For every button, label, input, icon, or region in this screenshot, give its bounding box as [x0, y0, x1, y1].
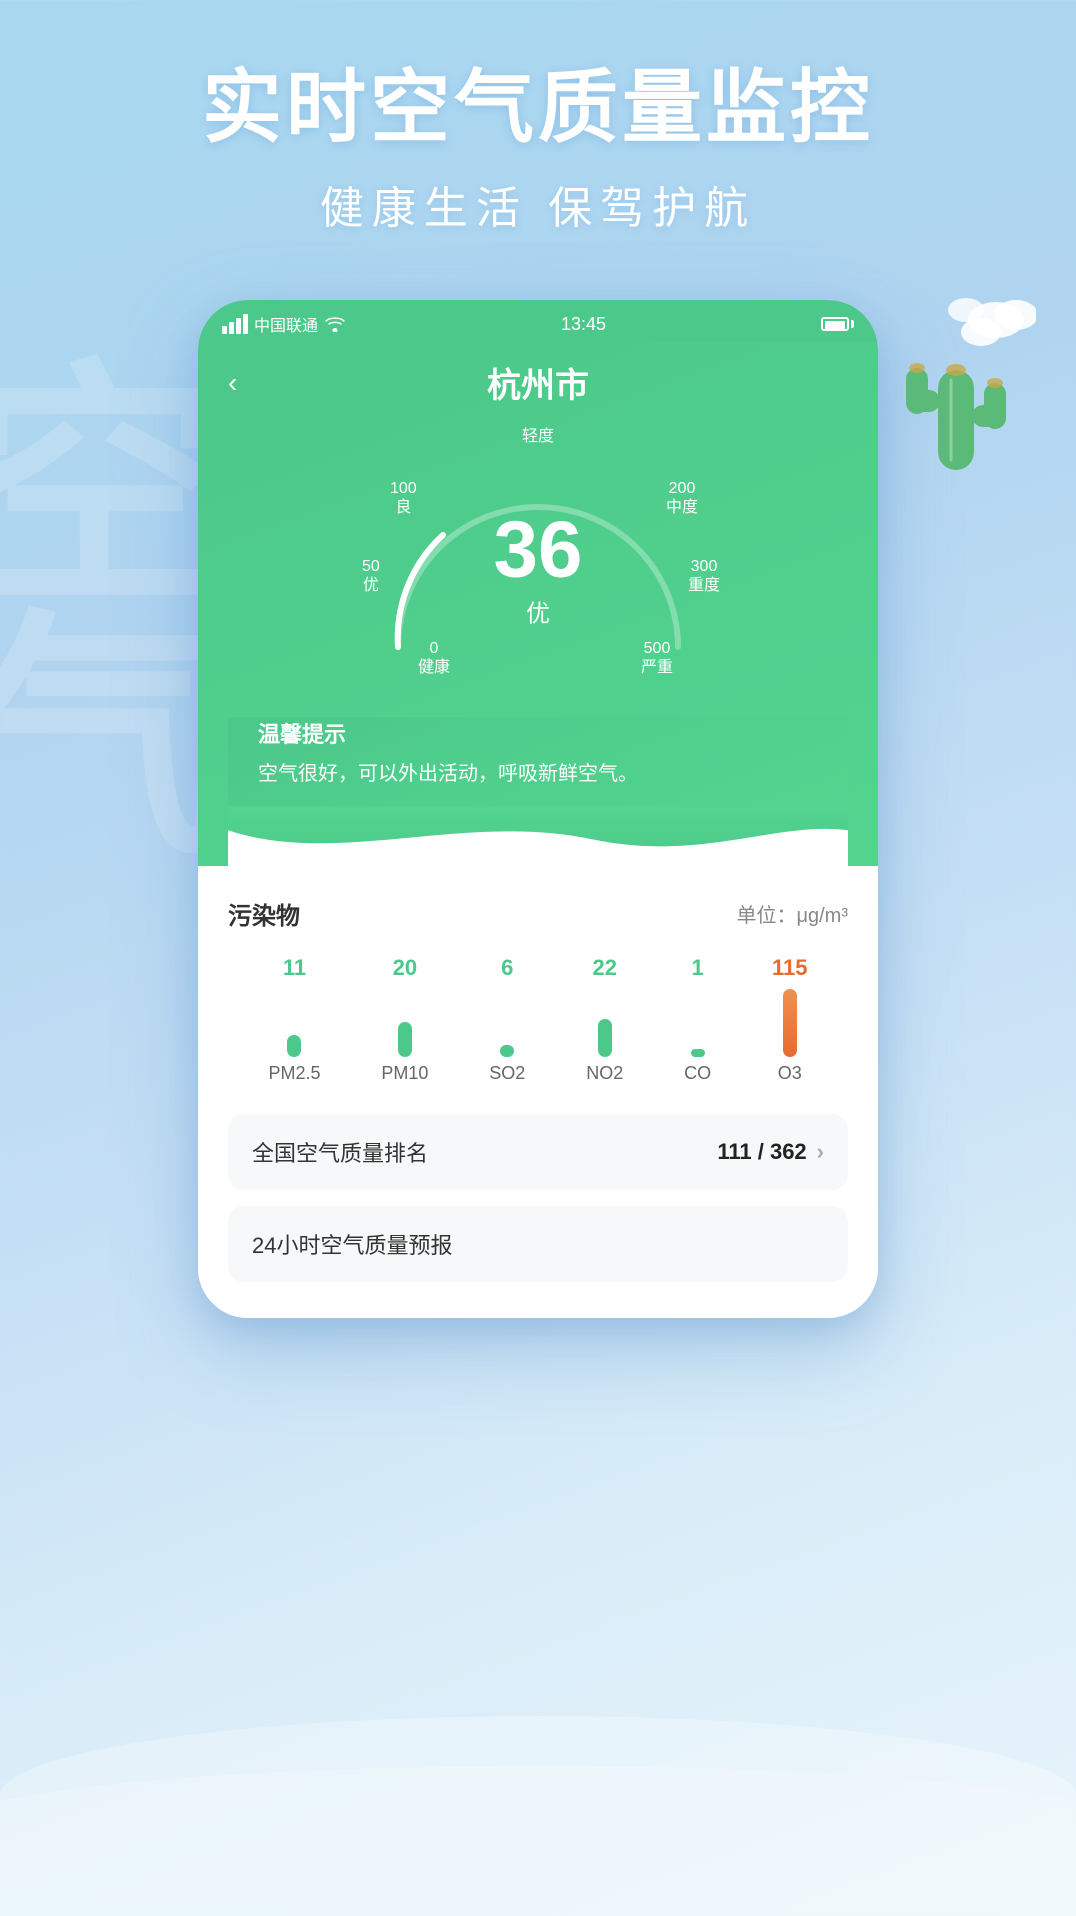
gauge-label-100: 100 良 [390, 479, 417, 517]
pollutant-name: NO2 [586, 1063, 623, 1084]
gauge-label-50: 50 优 [362, 557, 380, 595]
pollutant-bar [598, 1019, 612, 1057]
ranking-value: 111 / 362 › [717, 1139, 824, 1165]
gauge-quality: 优 [494, 593, 583, 628]
gauge-label-300: 300 重度 [688, 557, 720, 595]
pollutant-item-co: 1 CO [684, 955, 711, 1084]
status-bar: 中国联通 13:45 [198, 300, 878, 342]
gauge-label-500: 500 严重 [641, 639, 673, 677]
pollutants-unit: 单位：μg/m³ [736, 899, 848, 928]
time-label: 13:45 [561, 314, 606, 335]
ranking-card[interactable]: 全国空气质量排名 111 / 362 › [228, 1114, 848, 1190]
ranking-label: 全国空气质量排名 [252, 1136, 428, 1168]
gauge-value: 36 [494, 509, 583, 589]
gauge-container: 轻度 100 良 200 中度 50 优 300 [228, 417, 848, 717]
cactus-decoration [876, 290, 1036, 490]
hero-subtitle: 健康生活 保驾护航 [0, 172, 1076, 236]
wave-transition [228, 806, 848, 866]
pollutants-label: 污染物 [228, 896, 300, 931]
city-name: 杭州市 [487, 358, 589, 407]
bg-watermark: 空气 [0, 350, 200, 850]
pollutant-name: O3 [778, 1063, 802, 1084]
pollutant-bar [500, 1045, 514, 1057]
pollutant-name: CO [684, 1063, 711, 1084]
status-left: 中国联通 [222, 312, 346, 336]
pollutant-item-pm10: 20 PM10 [381, 955, 428, 1084]
back-button[interactable]: ‹ [228, 367, 237, 399]
white-content: 污染物 单位：μg/m³ 11PM2.520PM106SO222NO21CO11… [198, 866, 878, 1318]
pollutant-value: 11 [283, 955, 306, 981]
hero-title: 实时空气质量监控 [0, 60, 1076, 156]
tip-section: 温馨提示 空气很好，可以外出活动，呼吸新鲜空气。 [228, 717, 848, 806]
tip-title: 温馨提示 [258, 717, 818, 749]
pollutant-value: 20 [393, 955, 417, 981]
ranking-number: 111 / 362 [717, 1139, 806, 1165]
pollutant-bar-container [285, 987, 303, 1057]
tip-text: 空气很好，可以外出活动，呼吸新鲜空气。 [258, 757, 818, 786]
pollutant-bar-container [396, 987, 414, 1057]
nav-row: ‹ 杭州市 [228, 342, 848, 417]
pollutant-item-so2: 6 SO2 [489, 955, 525, 1084]
forecast-card[interactable]: 24小时空气质量预报 [228, 1206, 848, 1282]
bottom-decoration [0, 1616, 1076, 1916]
phone-mockup: 中国联通 13:45 ‹ 杭州市 [198, 300, 878, 1318]
wifi-icon [324, 316, 346, 332]
chevron-right-icon: › [817, 1139, 824, 1165]
pollutant-item-o3: 115 O3 [772, 955, 808, 1084]
pollutant-name: SO2 [489, 1063, 525, 1084]
gauge-wrapper: 轻度 100 良 200 中度 50 优 300 [348, 427, 728, 687]
pollutant-bar [398, 1022, 412, 1057]
pollutant-value: 6 [501, 955, 513, 981]
pollutant-name: PM2.5 [268, 1063, 320, 1084]
gauge-center: 36 优 [494, 509, 583, 628]
pollutant-bar-container [781, 987, 799, 1057]
hero-section: 实时空气质量监控 健康生活 保驾护航 [0, 0, 1076, 236]
pollutant-bar-container [689, 987, 707, 1057]
pollutant-item-pm2.5: 11 PM2.5 [268, 955, 320, 1084]
signal-icon [222, 314, 248, 334]
pollutants-header: 污染物 单位：μg/m³ [228, 896, 848, 931]
gauge-label-0: 0 健康 [418, 639, 450, 677]
pollutant-value: 115 [772, 955, 808, 981]
gauge-label-200: 200 中度 [666, 479, 698, 517]
pollutant-value: 1 [691, 955, 703, 981]
forecast-label: 24小时空气质量预报 [252, 1233, 452, 1258]
pollutants-row: 11 PM2.5 20 PM10 6 SO2 22 NO2 1 CO 115 O3 [228, 955, 848, 1084]
pollutant-name: PM10 [381, 1063, 428, 1084]
carrier-label: 中国联通 [254, 312, 318, 336]
battery-icon [821, 317, 854, 331]
green-header: ‹ 杭州市 轻度 100 [198, 342, 878, 866]
pollutant-bar [783, 989, 797, 1057]
pollutant-bar [691, 1049, 705, 1057]
pollutant-bar-container [498, 987, 516, 1057]
pollutant-value: 22 [592, 955, 616, 981]
pollutant-item-no2: 22 NO2 [586, 955, 623, 1084]
pollutant-bar-container [596, 987, 614, 1057]
gauge-label-top: 轻度 [522, 427, 554, 446]
pollutant-bar [287, 1035, 301, 1057]
